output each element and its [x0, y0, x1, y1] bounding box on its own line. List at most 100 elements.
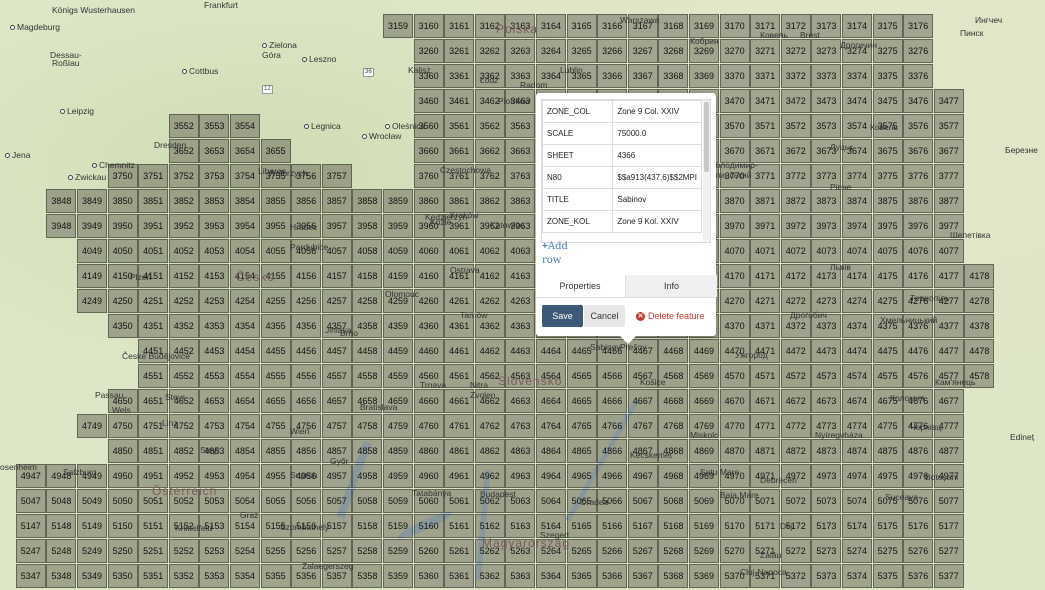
- sheet-cell[interactable]: 4771: [750, 414, 781, 438]
- sheet-cell[interactable]: 4861: [444, 439, 475, 463]
- sheet-cell[interactable]: 4472: [780, 339, 811, 363]
- sheet-cell[interactable]: 4874: [842, 439, 872, 463]
- sheet-cell[interactable]: 4968: [658, 464, 689, 488]
- sheet-cell[interactable]: 4062: [474, 239, 505, 263]
- sheet-cell[interactable]: 4356: [291, 314, 322, 338]
- sheet-cell[interactable]: 3474: [842, 89, 872, 113]
- sheet-cell[interactable]: 3373: [811, 64, 842, 88]
- sheet-cell[interactable]: 5074: [842, 489, 872, 513]
- sheet-cell[interactable]: 4574: [842, 364, 872, 388]
- sheet-cell[interactable]: 4571: [750, 364, 781, 388]
- sheet-cell[interactable]: 3552: [168, 114, 199, 138]
- sheet-cell[interactable]: 3562: [474, 114, 505, 138]
- sheet-cell[interactable]: 3461: [444, 89, 475, 113]
- sheet-cell[interactable]: 5171: [750, 514, 781, 538]
- sheet-cell[interactable]: 3948: [46, 214, 77, 238]
- sheet-cell[interactable]: 3763: [505, 164, 536, 188]
- sheet-cell[interactable]: 5350: [107, 564, 138, 588]
- sheet-cell[interactable]: 5162: [474, 514, 505, 538]
- sheet-cell[interactable]: 4656: [291, 389, 322, 413]
- sheet-cell[interactable]: 3854: [230, 189, 260, 213]
- tab-info[interactable]: Info: [625, 275, 717, 297]
- sheet-cell[interactable]: 5067: [627, 489, 658, 513]
- sheet-cell[interactable]: 5352: [168, 564, 199, 588]
- sheet-cell[interactable]: 5170: [719, 514, 750, 538]
- sheet-cell[interactable]: 4975: [872, 464, 903, 488]
- sheet-cell[interactable]: 5274: [842, 539, 872, 563]
- sheet-cell[interactable]: 4668: [658, 389, 689, 413]
- sheet-cell[interactable]: 4350: [107, 314, 138, 338]
- sheet-cell[interactable]: 4263: [505, 289, 536, 313]
- sheet-cell[interactable]: 3271: [750, 39, 781, 63]
- sheet-cell[interactable]: 4468: [658, 339, 689, 363]
- sheet-cell[interactable]: 3860: [413, 189, 444, 213]
- sheet-cell[interactable]: 5355: [260, 564, 291, 588]
- sheet-cell[interactable]: 3857: [321, 189, 352, 213]
- sheet-cell[interactable]: 5160: [413, 514, 444, 538]
- sheet-cell[interactable]: 3376: [903, 64, 934, 88]
- sheet-cell[interactable]: 4755: [260, 414, 291, 438]
- sheet-cell[interactable]: 4473: [811, 339, 842, 363]
- sheet-cell[interactable]: 3955: [260, 214, 291, 238]
- sheet-cell[interactable]: 5163: [505, 514, 536, 538]
- sheet-cell[interactable]: 4864: [536, 439, 566, 463]
- sheet-cell[interactable]: 3952: [168, 214, 199, 238]
- sheet-cell[interactable]: 5177: [933, 514, 964, 538]
- sheet-cell[interactable]: 5251: [138, 539, 169, 563]
- sheet-cell[interactable]: 3772: [780, 164, 811, 188]
- sheet-cell[interactable]: 3471: [750, 89, 781, 113]
- sheet-cell[interactable]: 4966: [597, 464, 628, 488]
- sheet-cell[interactable]: 4075: [872, 239, 903, 263]
- sheet-cell[interactable]: 3875: [872, 189, 903, 213]
- sheet-cell[interactable]: 4457: [321, 339, 352, 363]
- sheet-cell[interactable]: 4866: [597, 439, 628, 463]
- sheet-cell[interactable]: 5059: [383, 489, 413, 513]
- sheet-cell[interactable]: 5049: [77, 489, 107, 513]
- sheet-cell[interactable]: 4863: [505, 439, 536, 463]
- sheet-cell[interactable]: 3951: [138, 214, 169, 238]
- sheet-cell[interactable]: 3852: [168, 189, 199, 213]
- sheet-cell[interactable]: 4850: [107, 439, 138, 463]
- sheet-cell[interactable]: 4855: [260, 439, 291, 463]
- sheet-cell[interactable]: 3460: [413, 89, 444, 113]
- sheet-cell[interactable]: 4875: [872, 439, 903, 463]
- sheet-cell[interactable]: 4360: [413, 314, 444, 338]
- sheet-cell[interactable]: 5158: [352, 514, 383, 538]
- sheet-cell[interactable]: 4070: [719, 239, 750, 263]
- sheet-cell[interactable]: 3563: [505, 114, 536, 138]
- sheet-cell[interactable]: 4172: [780, 264, 811, 288]
- sheet-cell[interactable]: 4478: [964, 339, 995, 363]
- sheet-cell[interactable]: 4674: [842, 389, 872, 413]
- sheet-cell[interactable]: 4554: [230, 364, 260, 388]
- sheet-cell[interactable]: 5347: [15, 564, 46, 588]
- sheet-cell[interactable]: 3168: [658, 14, 689, 38]
- sheet-cell[interactable]: 4149: [77, 264, 107, 288]
- sheet-cell[interactable]: 4050: [107, 239, 138, 263]
- sheet-cell[interactable]: 3863: [505, 189, 536, 213]
- sheet-cell[interactable]: 3777: [933, 164, 964, 188]
- sheet-cell[interactable]: 5376: [903, 564, 934, 588]
- sheet-cell[interactable]: 4275: [872, 289, 903, 313]
- sheet-cell[interactable]: 5375: [872, 564, 903, 588]
- sheet-cell[interactable]: 4359: [383, 314, 413, 338]
- sheet-cell[interactable]: 5050: [107, 489, 138, 513]
- sheet-cell[interactable]: 4159: [383, 264, 413, 288]
- sheet-cell[interactable]: 3753: [199, 164, 230, 188]
- sheet-cell[interactable]: 4862: [474, 439, 505, 463]
- sheet-cell[interactable]: 3876: [903, 189, 934, 213]
- sheet-cell[interactable]: 4278: [964, 289, 995, 313]
- sheet-cell[interactable]: 5255: [260, 539, 291, 563]
- sheet-cell[interactable]: 5276: [903, 539, 934, 563]
- sheet-cell[interactable]: 4967: [627, 464, 658, 488]
- property-row[interactable]: SCALE 75000.0: [542, 122, 702, 145]
- sheet-cell[interactable]: 4377: [933, 314, 964, 338]
- sheet-cell[interactable]: 3472: [780, 89, 811, 113]
- sheet-cell[interactable]: 3853: [199, 189, 230, 213]
- sheet-cell[interactable]: 3676: [903, 139, 934, 163]
- sheet-cell[interactable]: 4374: [842, 314, 872, 338]
- sheet-cell[interactable]: 5369: [689, 564, 719, 588]
- sheet-cell[interactable]: 4176: [903, 264, 934, 288]
- sheet-cell[interactable]: 4177: [933, 264, 964, 288]
- sheet-cell[interactable]: 3975: [872, 214, 903, 238]
- save-button[interactable]: Save: [542, 305, 583, 327]
